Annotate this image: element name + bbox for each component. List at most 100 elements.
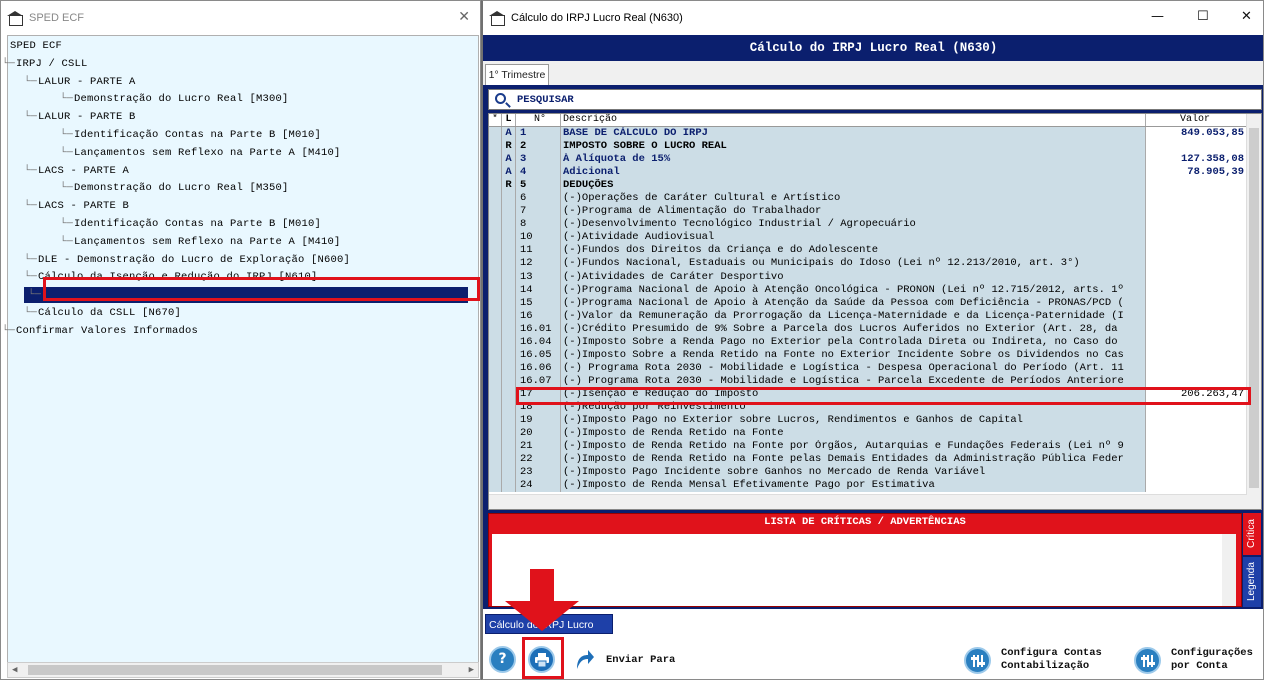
table-row[interactable]: 21 (-)Imposto de Renda Retido na Fonte po… (489, 440, 1261, 454)
table-row[interactable]: 16.05 (-)Imposto Sobre a Renda Retido na … (489, 348, 1261, 362)
cell-c4[interactable] (1146, 140, 1247, 154)
table-row[interactable]: R 2 IMPOSTO SOBRE O LUCRO REAL (489, 140, 1261, 154)
tree-item[interactable]: └─ Identificação Contas na Parte B [M010] (8, 127, 478, 145)
col-header-l[interactable]: L (502, 114, 516, 126)
table-row[interactable]: 6 (-)Operações de Caráter Cultural e Artí… (489, 192, 1261, 206)
tab-1-trimestre[interactable]: 1° Trimestre (485, 64, 549, 85)
tree-horizontal-scrollbar[interactable]: ◀ ▶ (7, 662, 479, 678)
table-row[interactable]: R 5 DEDUÇÕES (489, 179, 1261, 193)
table-row[interactable]: A3À Alíquota de 15% 127.358,08 (489, 153, 1261, 167)
critica-scrollbar[interactable] (1222, 534, 1236, 606)
config-contas-button[interactable]: Configura Contas Contabilização (1001, 647, 1102, 673)
tree-item[interactable]: └─ Lançamentos sem Reflexo na Parte A [M4… (8, 145, 478, 163)
cell-c4[interactable] (1146, 440, 1247, 454)
col-header-valor[interactable]: Valor (1146, 114, 1247, 126)
cell-c4[interactable] (1146, 322, 1247, 336)
col-header-star[interactable]: * (489, 114, 502, 126)
tab-critica[interactable]: Crítica (1243, 513, 1261, 555)
tree-item[interactable]: └─ LACS - PARTE A (8, 163, 478, 181)
cell-c4[interactable] (1146, 427, 1247, 441)
scrollbar-thumb[interactable] (28, 665, 442, 675)
table-row[interactable]: 7 (-)Programa de Alimentação do Trabalhad… (489, 205, 1261, 219)
close-icon[interactable]: ✕ (458, 9, 470, 25)
search-bar[interactable]: PESQUISAR (488, 89, 1262, 110)
cell-c4[interactable] (1146, 309, 1247, 323)
minimize-icon[interactable]: — (1151, 9, 1164, 24)
cell-c4[interactable] (1146, 257, 1247, 271)
table-row[interactable]: A 4 Adicional 78.905,39 (489, 166, 1261, 180)
tree-item[interactable]: └─ Cálculo da CSLL [N670] (8, 305, 478, 323)
table-row[interactable]: 24 (-)Imposto de Renda Mensal Efetivament… (489, 479, 1261, 493)
close-icon[interactable]: ✕ (1241, 9, 1252, 24)
maximize-icon[interactable]: ☐ (1197, 9, 1209, 24)
tree-item[interactable]: └─ Demonstração do Lucro Real [M300] (8, 91, 478, 109)
table-row[interactable]: 16.07 (-) Programa Rota 2030 - Mobilidade… (489, 374, 1261, 388)
table-row[interactable]: 16.04 (-)Imposto Sobre a Renda Pago no Ex… (489, 335, 1261, 349)
scrollbar-thumb[interactable] (1249, 128, 1259, 488)
tree-item[interactable]: └─ DLE - Demonstração do Lucro de Explora… (8, 252, 478, 270)
table-row[interactable]: 13 (-)Atividades de Caráter Desportivo (489, 270, 1261, 284)
cell-c4[interactable] (1146, 479, 1247, 493)
table-row[interactable]: 10 (-)Atividade Audiovisual (489, 231, 1261, 245)
cell-c4[interactable] (1146, 414, 1247, 428)
tab-legenda[interactable]: Legenda (1243, 557, 1261, 607)
table-row[interactable]: 8 (-)Desenvolvimento Tecnológico Industri… (489, 218, 1261, 232)
cell-c4[interactable]: 78.905,39 (1146, 166, 1247, 180)
col-header-descricao[interactable]: Descrição (561, 114, 1146, 126)
table-row[interactable]: 16.06 (-) Programa Rota 2030 - Mobilidade… (489, 361, 1261, 375)
grid-horizontal-scrollbar[interactable] (489, 494, 1247, 509)
cell-c4[interactable] (1146, 218, 1247, 232)
tree-item[interactable]: └─ IRPJ / CSLL (2, 56, 478, 74)
tree-item[interactable]: └─ LALUR - PARTE A (8, 74, 478, 92)
cell-c4[interactable] (1146, 374, 1247, 388)
cell-c4[interactable] (1146, 231, 1247, 245)
table-row[interactable]: 22 (-)Imposto de Renda Retido na Fonte pe… (489, 453, 1261, 467)
scroll-right-icon[interactable]: ▶ (469, 665, 474, 675)
table-row[interactable]: 16 (-)Valor da Remuneração da Prorrogação… (489, 309, 1261, 323)
send-to-button[interactable]: Enviar Para (606, 654, 675, 667)
tree-item-label: Lançamentos sem Reflexo na Parte A [M410… (74, 146, 341, 159)
cell-c4[interactable] (1146, 361, 1247, 375)
table-row[interactable]: 20 (-)Imposto de Renda Retido na Fonte (489, 427, 1261, 441)
cell-c0 (489, 192, 502, 206)
grid-vertical-scrollbar[interactable] (1246, 114, 1261, 509)
cell-c4[interactable] (1146, 283, 1247, 297)
tree-item[interactable]: SPED ECF (8, 38, 478, 56)
cell-c4[interactable] (1146, 466, 1247, 480)
config-por-conta-icon[interactable] (1134, 647, 1161, 674)
tree-item-label: Demonstração do Lucro Real [M300] (74, 93, 289, 106)
table-row[interactable]: 16.01 (-)Crédito Presumido de 9% Sobre a … (489, 322, 1261, 336)
scroll-left-icon[interactable]: ◀ (12, 665, 17, 675)
cell-c4[interactable] (1146, 205, 1247, 219)
config-por-conta-button[interactable]: Configurações por Conta (1171, 647, 1253, 673)
tree-item[interactable]: └─ Confirmar Valores Informados (2, 323, 478, 341)
tree-item[interactable]: └─ Lançamentos sem Reflexo na Parte A [M4… (8, 234, 478, 252)
table-row[interactable]: 19 (-)Imposto Pago no Exterior sobre Lucr… (489, 414, 1261, 428)
config-contas-icon[interactable] (964, 647, 991, 674)
tree-item[interactable]: └─ LACS - PARTE B (8, 198, 478, 216)
send-arrow-icon[interactable] (573, 647, 595, 671)
table-row[interactable]: 12 (-)Fundos Nacional, Estaduais ou Munic… (489, 257, 1261, 271)
cell-c4[interactable]: 127.358,08 (1146, 153, 1247, 167)
cell-c4[interactable] (1146, 179, 1247, 193)
cell-c4[interactable] (1146, 348, 1247, 362)
cell-c4[interactable]: 849.053,85 (1146, 127, 1247, 141)
table-row[interactable]: 11 (-)Fundos dos Direitos da Criança e do… (489, 244, 1261, 258)
cell-c4[interactable] (1146, 244, 1247, 258)
table-row[interactable]: 15 (-)Programa Nacional de Apoio à Atençã… (489, 296, 1261, 310)
help-button[interactable]: ? (489, 646, 516, 673)
cell-c4[interactable] (1146, 335, 1247, 349)
tree-item[interactable]: └─ Identificação Contas na Parte B [M010] (8, 216, 478, 234)
table-row[interactable]: 23 (-)Imposto Pago Incidente sobre Ganhos… (489, 466, 1261, 480)
table-row[interactable]: A 1 BASE DE CÁLCULO DO IRPJ 849.053,85 (489, 127, 1261, 141)
col-header-num[interactable]: N° (516, 114, 561, 126)
tree-item[interactable]: └─ Demonstração do Lucro Real [M350] (8, 180, 478, 198)
tree-item[interactable]: └─ LALUR - PARTE B (8, 109, 478, 127)
cell-c0 (489, 309, 502, 323)
cell-c4[interactable] (1146, 192, 1247, 206)
cell-c4[interactable] (1146, 296, 1247, 310)
app-icon (7, 10, 23, 26)
table-row[interactable]: 14 (-)Programa Nacional de Apoio à Atençã… (489, 283, 1261, 297)
cell-c4[interactable] (1146, 270, 1247, 284)
cell-c4[interactable] (1146, 453, 1247, 467)
